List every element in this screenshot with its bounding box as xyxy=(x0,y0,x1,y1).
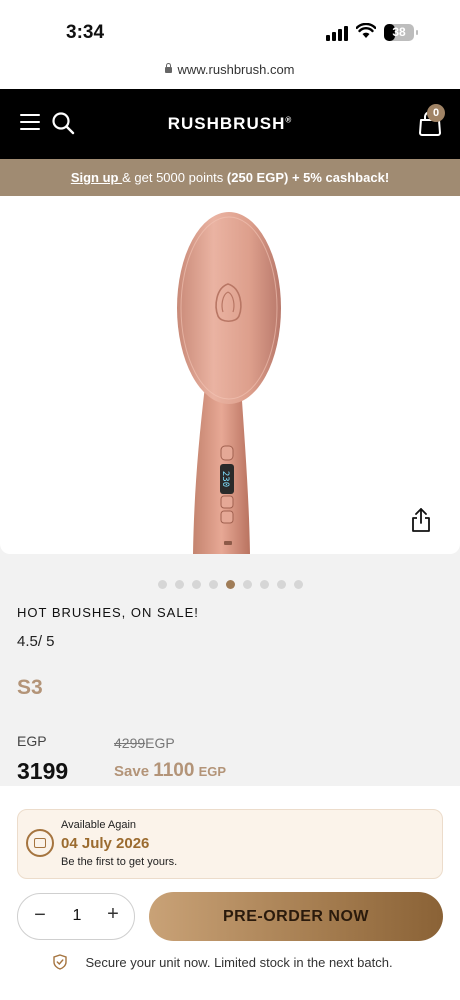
cart-count-badge: 0 xyxy=(427,104,445,122)
gallery-dot[interactable] xyxy=(242,580,252,589)
product-image-gallery[interactable]: 230 xyxy=(0,196,460,554)
sign-up-link[interactable]: Sign up xyxy=(71,170,122,185)
shield-check-icon xyxy=(53,954,67,970)
gallery-dot[interactable] xyxy=(293,580,303,589)
pre-order-button[interactable]: PRE-ORDER NOW xyxy=(149,892,443,941)
site-logo[interactable]: RUSHBRUSH® xyxy=(0,114,460,134)
availability-note: Be the first to get yours. xyxy=(61,856,178,868)
gallery-dot[interactable] xyxy=(174,580,184,589)
lock-icon xyxy=(165,63,173,73)
availability-date: 04 July 2026 xyxy=(61,835,150,852)
gallery-dot[interactable] xyxy=(225,580,235,589)
calendar-icon xyxy=(26,829,54,857)
url-text: www.rushbrush.com xyxy=(177,62,295,77)
savings-badge: Save 1100 EGP xyxy=(114,760,227,781)
gallery-dot[interactable] xyxy=(276,580,286,589)
promo-bold: (250 EGP) + 5% cashback! xyxy=(226,170,390,185)
status-time: 3:34 xyxy=(66,22,105,43)
original-price: 4299EGP xyxy=(114,735,175,751)
product-price: 3199 xyxy=(17,758,69,784)
battery-icon: 38 xyxy=(384,24,418,41)
price-currency: EGP xyxy=(17,733,47,749)
decrease-quantity-button[interactable]: − xyxy=(30,904,50,927)
url-bar[interactable]: www.rushbrush.com xyxy=(0,62,460,90)
availability-card: Available Again 04 July 2026 Be the firs… xyxy=(17,809,443,879)
signal-icon xyxy=(326,26,348,41)
gallery-dot[interactable] xyxy=(208,580,218,589)
wifi-icon xyxy=(356,23,376,38)
secure-note: Secure your unit now. Limited stock in t… xyxy=(85,955,393,970)
quantity-stepper: − 1 + xyxy=(17,893,135,940)
promo-banner: Sign up & get 5000 points (250 EGP) + 5%… xyxy=(0,159,460,196)
promo-text: & get 5000 points xyxy=(122,170,227,185)
gallery-pagination[interactable] xyxy=(0,580,460,589)
product-model: S3 xyxy=(17,676,43,699)
gallery-dot[interactable] xyxy=(191,580,201,589)
share-icon[interactable] xyxy=(410,507,432,533)
battery-percent: 38 xyxy=(392,25,406,39)
quantity-value[interactable]: 1 xyxy=(62,907,92,925)
product-rating: 4.5/ 5 xyxy=(17,633,55,650)
gallery-dot[interactable] xyxy=(157,580,167,589)
increase-quantity-button[interactable]: + xyxy=(103,903,123,926)
gallery-dot[interactable] xyxy=(259,580,269,589)
status-bar: 3:34 38 xyxy=(0,0,460,62)
product-image: 230 xyxy=(177,212,281,554)
brush-display-readout: 230 xyxy=(220,471,230,487)
site-header: RUSHBRUSH® xyxy=(0,89,460,159)
availability-label: Available Again xyxy=(61,819,137,831)
product-category[interactable]: HOT BRUSHES, ON SALE! xyxy=(17,605,199,620)
